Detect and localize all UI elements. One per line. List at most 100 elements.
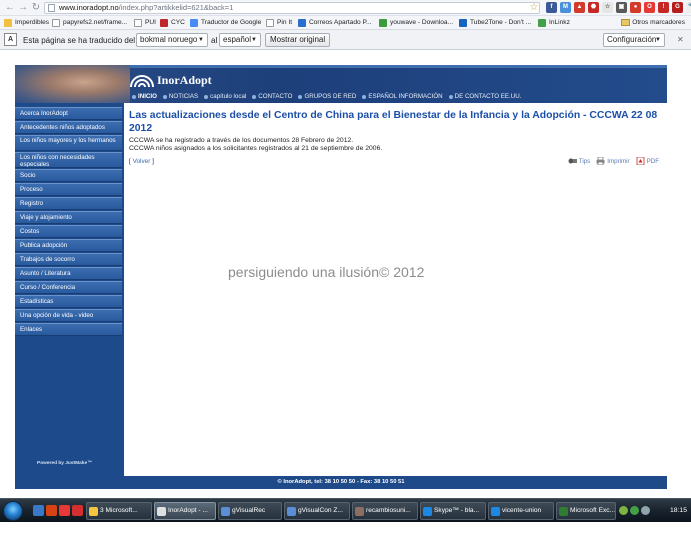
wrench-icon[interactable]: 🔧 bbox=[686, 2, 691, 13]
sidebar-item-ninos-mayores[interactable]: Los niños mayores y los hermanos bbox=[15, 135, 122, 151]
sidebar-item-video[interactable]: Una opción de vida - video bbox=[15, 309, 122, 322]
site-logo[interactable]: InorAdopt bbox=[129, 68, 229, 90]
folder-icon bbox=[621, 19, 631, 26]
red-extension-icon[interactable]: ● bbox=[630, 2, 641, 13]
tips-icon bbox=[568, 158, 577, 164]
bookmark-item[interactable]: Traductor de Google bbox=[190, 18, 261, 28]
sidebar-item-publica-adopcion[interactable]: Publica adopción bbox=[15, 239, 122, 252]
bookmark-item[interactable]: InLinkz bbox=[538, 18, 570, 28]
bookmark-item[interactable]: Correos Apartado P... bbox=[298, 18, 372, 28]
sidebar-item-trabajos-socorro[interactable]: Trabajos de socorro bbox=[15, 253, 122, 266]
system-tray: 18:15 bbox=[617, 501, 691, 521]
from-language-select[interactable]: bokmal noruego ▼ bbox=[136, 33, 208, 47]
tray-icon[interactable] bbox=[630, 506, 639, 515]
page-icon bbox=[48, 4, 55, 12]
info-icon[interactable]: ! bbox=[658, 2, 669, 13]
back-arrow-icon[interactable]: ← bbox=[4, 2, 16, 14]
nav-inicio[interactable]: INICIO bbox=[130, 92, 161, 102]
media-icon[interactable] bbox=[72, 505, 83, 516]
show-original-button[interactable]: Mostrar original bbox=[265, 33, 331, 47]
article-tools: Tips Imprimir PDF bbox=[568, 157, 659, 165]
site-footer: © InorAdopt, tel: 38 10 50 50 - Fax: 38 … bbox=[15, 476, 667, 489]
bookmark-item[interactable]: papyrefs2.net/frame... bbox=[52, 18, 127, 28]
back-link[interactable]: Volver bbox=[133, 158, 151, 165]
pdf-link[interactable]: PDF bbox=[636, 157, 659, 165]
bookmark-item[interactable]: Pin It bbox=[266, 18, 292, 28]
url-path: /index.php?artikkelid=621&back=1 bbox=[118, 3, 234, 12]
taskbar-item[interactable]: gVisualRec bbox=[218, 502, 282, 520]
other-bookmarks[interactable]: Otros marcadores bbox=[621, 18, 685, 28]
bookmark-item[interactable]: Imperdibles bbox=[4, 18, 49, 28]
powered-by[interactable]: Powered by JustMake™ bbox=[37, 461, 92, 466]
watermark: persiguiendo una ilusión© 2012 bbox=[228, 264, 425, 280]
bookmark-item[interactable]: youwave - Downloa... bbox=[379, 18, 453, 28]
bookmark-item[interactable]: PUI bbox=[134, 18, 156, 28]
google-icon[interactable]: G bbox=[672, 2, 683, 13]
extension-icon[interactable]: M bbox=[560, 2, 571, 13]
sidebar-item-antecedentes[interactable]: Antecedentes niños adoptados bbox=[15, 121, 122, 134]
opera-icon[interactable]: O bbox=[644, 2, 655, 13]
settings-dropdown[interactable]: Configuración ▼ bbox=[603, 33, 665, 47]
star-outline-icon[interactable]: ☆ bbox=[602, 2, 613, 13]
stop-icon[interactable]: ⬣ bbox=[588, 2, 599, 13]
taskbar-item[interactable]: recambiosuni... bbox=[352, 502, 418, 520]
sidebar-item-necesidades-especiales[interactable]: Los niños con necesidades especiales bbox=[15, 152, 122, 168]
sidebar-item-registro[interactable]: Registro bbox=[15, 197, 122, 210]
opera-icon[interactable] bbox=[59, 505, 70, 516]
translate-icon: A bbox=[4, 33, 17, 46]
desktop-icon[interactable] bbox=[33, 505, 44, 516]
sidebar-item-proceso[interactable]: Proceso bbox=[15, 183, 122, 196]
app-icon bbox=[355, 507, 364, 516]
tray-icon[interactable] bbox=[619, 506, 628, 515]
nav-capitulo-local[interactable]: capítulo local bbox=[202, 92, 250, 102]
nav-contacto[interactable]: CONTACTO bbox=[250, 92, 296, 102]
bookmarks-bar: Imperdibles papyrefs2.net/frame... PUI C… bbox=[0, 16, 691, 30]
taskbar-item[interactable]: Skype™ - bla... bbox=[420, 502, 486, 520]
nav-grupos-de-red[interactable]: GRUPOS DE RED bbox=[296, 92, 360, 102]
sidebar-item-acerca[interactable]: Acerca InorAdopt bbox=[15, 107, 122, 120]
taskbar-item[interactable]: 3 Microsoft... bbox=[86, 502, 152, 520]
sidebar-item-estadisticas[interactable]: Estadísticas bbox=[15, 295, 122, 308]
sidebar-item-curso[interactable]: Curso / Conferencia bbox=[15, 281, 122, 294]
taskbar: 3 Microsoft... InorAdopt - ... gVisualRe… bbox=[0, 498, 691, 522]
sidebar-item-socio[interactable]: Socio bbox=[15, 169, 122, 182]
sidebar-item-viaje[interactable]: Viaje y alojamiento bbox=[15, 211, 122, 224]
facebook-icon[interactable]: f bbox=[546, 2, 557, 13]
taskbar-item[interactable]: Microsoft Exc... bbox=[556, 502, 616, 520]
nav-contacto-eeuu[interactable]: DE CONTACTO EE.UU. bbox=[447, 92, 526, 102]
taskbar-item[interactable]: gVisualCon Z... bbox=[284, 502, 350, 520]
reload-icon[interactable]: ↻ bbox=[30, 2, 42, 14]
forward-arrow-icon[interactable]: → bbox=[17, 2, 29, 14]
nav-noticias[interactable]: NOTICIAS bbox=[161, 92, 202, 102]
tips-link[interactable]: Tips bbox=[568, 157, 590, 165]
dropdown-caret-icon: ▼ bbox=[251, 37, 257, 43]
dropdown-caret-icon: ▼ bbox=[655, 37, 661, 43]
url-input[interactable]: www.inoradopt.no/index.php?artikkelid=62… bbox=[44, 2, 540, 14]
logo-arc-icon bbox=[130, 75, 154, 88]
to-language-select[interactable]: español ▼ bbox=[219, 33, 261, 47]
start-button[interactable] bbox=[3, 501, 23, 521]
google-translate-icon bbox=[190, 19, 198, 27]
firefox-icon[interactable] bbox=[46, 505, 57, 516]
app-icon bbox=[221, 507, 230, 516]
nav-espanol-informacion[interactable]: ESPAÑOL INFORMACIÓN bbox=[360, 92, 446, 102]
close-icon[interactable]: ✕ bbox=[677, 36, 685, 44]
printer-icon bbox=[596, 157, 605, 165]
flag-icon[interactable]: ▲ bbox=[574, 2, 585, 13]
top-navigation: INICIO NOTICIAS capítulo local CONTACTO … bbox=[130, 92, 525, 102]
pdf-icon bbox=[636, 157, 645, 165]
bookmark-item[interactable]: Tube2Tone - Don't ... bbox=[459, 18, 531, 28]
print-link[interactable]: Imprimir bbox=[596, 157, 630, 165]
box-icon[interactable]: ▣ bbox=[616, 2, 627, 13]
network-icon[interactable] bbox=[641, 506, 650, 515]
sidebar-item-literatura[interactable]: Asunto / Literatura bbox=[15, 267, 122, 280]
clock[interactable]: 18:15 bbox=[670, 507, 687, 514]
taskbar-item-active[interactable]: InorAdopt - ... bbox=[154, 502, 216, 520]
star-icon[interactable]: ☆ bbox=[528, 2, 540, 14]
sidebar-item-enlaces[interactable]: Enlaces bbox=[15, 323, 122, 336]
back-link-wrapper: [ Volver ] bbox=[129, 158, 154, 165]
taskbar-item[interactable]: vicente-union bbox=[488, 502, 554, 520]
bookmark-item[interactable]: CYC bbox=[160, 18, 185, 28]
excel-icon bbox=[559, 507, 568, 516]
sidebar-item-costos[interactable]: Costos bbox=[15, 225, 122, 238]
